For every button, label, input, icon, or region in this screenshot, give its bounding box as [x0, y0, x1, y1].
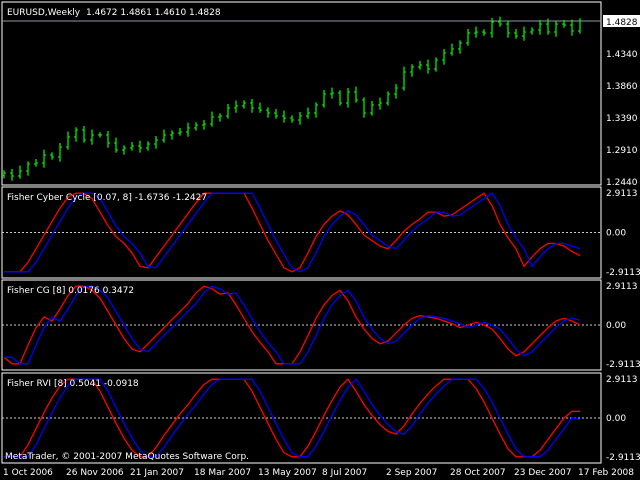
- time-tick: 18 Mar 2007: [194, 468, 251, 478]
- indicator-title: Fisher CG [8] 0.0176 0.3472: [7, 286, 134, 296]
- price-tick: 1.3390: [606, 114, 638, 124]
- symbol-label: EURUSD,Weekly: [7, 8, 81, 18]
- price-panel-frame: [1, 1, 602, 186]
- time-tick: 26 Nov 2006: [66, 468, 124, 478]
- current-price-label: 1.4828: [606, 18, 638, 28]
- time-tick: 8 Jul 2007: [322, 468, 367, 478]
- time-tick: 13 May 2007: [258, 468, 317, 478]
- indicator-panel-fisher-rvi[interactable]: Fisher RVI [8] 0.5041 -0.0918 2.9113 0.0…: [1, 372, 640, 464]
- time-tick: 2 Sep 2007: [386, 468, 437, 478]
- price-tick: 1.4340: [606, 50, 638, 60]
- indicator-min-label: -2.9113: [606, 453, 640, 463]
- ohlc-label: 1.4672 1.4861 1.4610 1.4828: [86, 8, 221, 18]
- indicator-panel-fisher-cg[interactable]: Fisher CG [8] 0.0176 0.3472 2.9113 0.00 …: [1, 279, 640, 371]
- time-axis: 1 Oct 2006 26 Nov 2006 21 Jan 2007 18 Ma…: [3, 468, 634, 478]
- indicator-min-label: -2.9113: [606, 268, 640, 278]
- metatrader-chart-window[interactable]: EURUSD,Weekly 1.4672 1.4861 1.4610 1.482…: [0, 0, 640, 480]
- indicator-max-label: 2.9113: [606, 282, 638, 292]
- price-tick: 1.2440: [606, 178, 638, 188]
- indicator-min-label: -2.9113: [606, 360, 640, 370]
- time-tick: 23 Dec 2007: [514, 468, 572, 478]
- time-tick: 28 Oct 2007: [450, 468, 506, 478]
- indicator-max-label: 2.9113: [606, 189, 638, 199]
- price-panel[interactable]: EURUSD,Weekly 1.4672 1.4861 1.4610 1.482…: [1, 1, 640, 188]
- indicator-max-label: 2.9113: [606, 375, 638, 385]
- indicator-title: Fisher RVI [8] 0.5041 -0.0918: [7, 379, 139, 389]
- time-tick: 21 Jan 2007: [130, 468, 184, 478]
- price-tick: 1.3860: [606, 82, 638, 92]
- copyright-label: MetaTrader, © 2001-2007 MetaQuotes Softw…: [5, 452, 249, 462]
- price-tick: 1.2910: [606, 146, 638, 156]
- indicator-panel-fisher-cyber-cycle[interactable]: Fisher Cyber Cycle [0.07, 8] -1.6736 -1.…: [1, 186, 640, 279]
- indicator-title: Fisher Cyber Cycle [0.07, 8] -1.6736 -1.…: [7, 193, 207, 203]
- indicator-zero-label: 0.00: [606, 414, 626, 424]
- time-tick: 1 Oct 2006: [3, 468, 53, 478]
- indicator-zero-label: 0.00: [606, 321, 626, 331]
- time-tick: 17 Feb 2008: [578, 468, 634, 478]
- indicator-zero-label: 0.00: [606, 229, 626, 239]
